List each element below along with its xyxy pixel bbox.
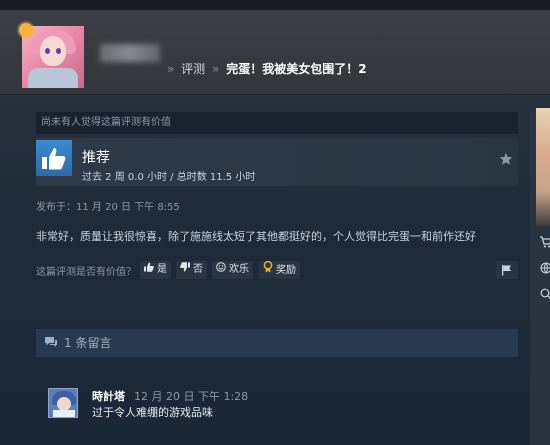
thumbs-up-icon [36,140,72,176]
avatar-face [40,36,66,66]
award-button[interactable]: 奖励 [259,260,300,280]
breadcrumb-game-title[interactable]: 完蛋！我被美女包围了！2 [226,62,366,76]
commenter-avatar-face [57,397,71,411]
recommendation-box: 推荐 过去 2 周 0.0 小时 / 总时数 11.5 小时 [36,138,518,186]
posted-date: 发布于：11 月 20 日 下午 8:55 [36,202,180,213]
vote-no-label: 否 [193,264,203,275]
breadcrumb: » 评测 » 完蛋！我被美女包围了！2 [164,60,367,77]
comments-header: 1 条留言 [36,329,518,357]
top-strip [0,0,550,10]
avatar-eye-right [56,48,61,54]
thumbs-up-small-icon [144,261,154,279]
flag-icon[interactable] [496,261,518,279]
vote-row: 这篇评测是否有价值？ 是 否 欢乐 奖励 [36,260,518,280]
review-header: » 评测 » 完蛋！我被美女包围了！2 [0,10,550,95]
game-artwork[interactable] [536,108,550,226]
helpful-count-bar: 尚未有人觉得这篇评测有价值 [36,112,518,134]
comment-text: 过于令人难绷的游戏品味 [92,406,213,419]
avatar-eye-left [45,48,50,54]
comment-item: 時計塔 12 月 20 日 下午 1:28 过于令人难绷的游戏品味 [48,386,508,422]
comments-count: 1 条留言 [64,336,112,350]
vote-yes-label: 是 [157,264,167,275]
award-label: 奖励 [276,265,296,276]
vote-question: 这篇评测是否有价值？ [36,267,136,278]
breadcrumb-reviews-link[interactable]: 评测 [181,62,205,76]
reviewer-avatar[interactable] [19,23,84,88]
globe-icon[interactable] [540,262,550,274]
breadcrumb-separator: » [212,62,220,76]
comment-bubble-icon [44,330,58,358]
reviewer-name-blurred[interactable] [100,44,160,62]
cart-icon[interactable] [540,236,550,248]
avatar-shoulders [28,68,78,88]
commenter-avatar-body [53,410,75,417]
comment-timestamp: 12 月 20 日 下午 1:28 [134,390,249,403]
recommendation-title: 推荐 [82,150,110,166]
vote-no-button[interactable]: 否 [176,261,207,279]
review-body: 非常好，质量让我很惊喜，除了施施线太短了其他都挺好的，个人觉得比完蛋一和前作还好 [36,230,476,243]
avatar-sun-decoration [19,23,33,37]
breadcrumb-separator: » [167,62,175,76]
search-icon[interactable] [540,288,550,300]
vote-yes-button[interactable]: 是 [140,261,171,279]
star-icon[interactable] [499,152,513,169]
vote-funny-label: 欢乐 [229,264,249,275]
smiley-icon [216,261,226,279]
playtime-hours: 过去 2 周 0.0 小时 / 总时数 11.5 小时 [82,172,256,183]
award-medal-icon [263,260,273,280]
vote-funny-button[interactable]: 欢乐 [212,261,253,279]
commenter-avatar[interactable] [48,388,78,418]
thumbs-down-small-icon [180,261,190,279]
commenter-name[interactable]: 時計塔 [92,388,125,404]
right-side-panel [530,108,550,445]
